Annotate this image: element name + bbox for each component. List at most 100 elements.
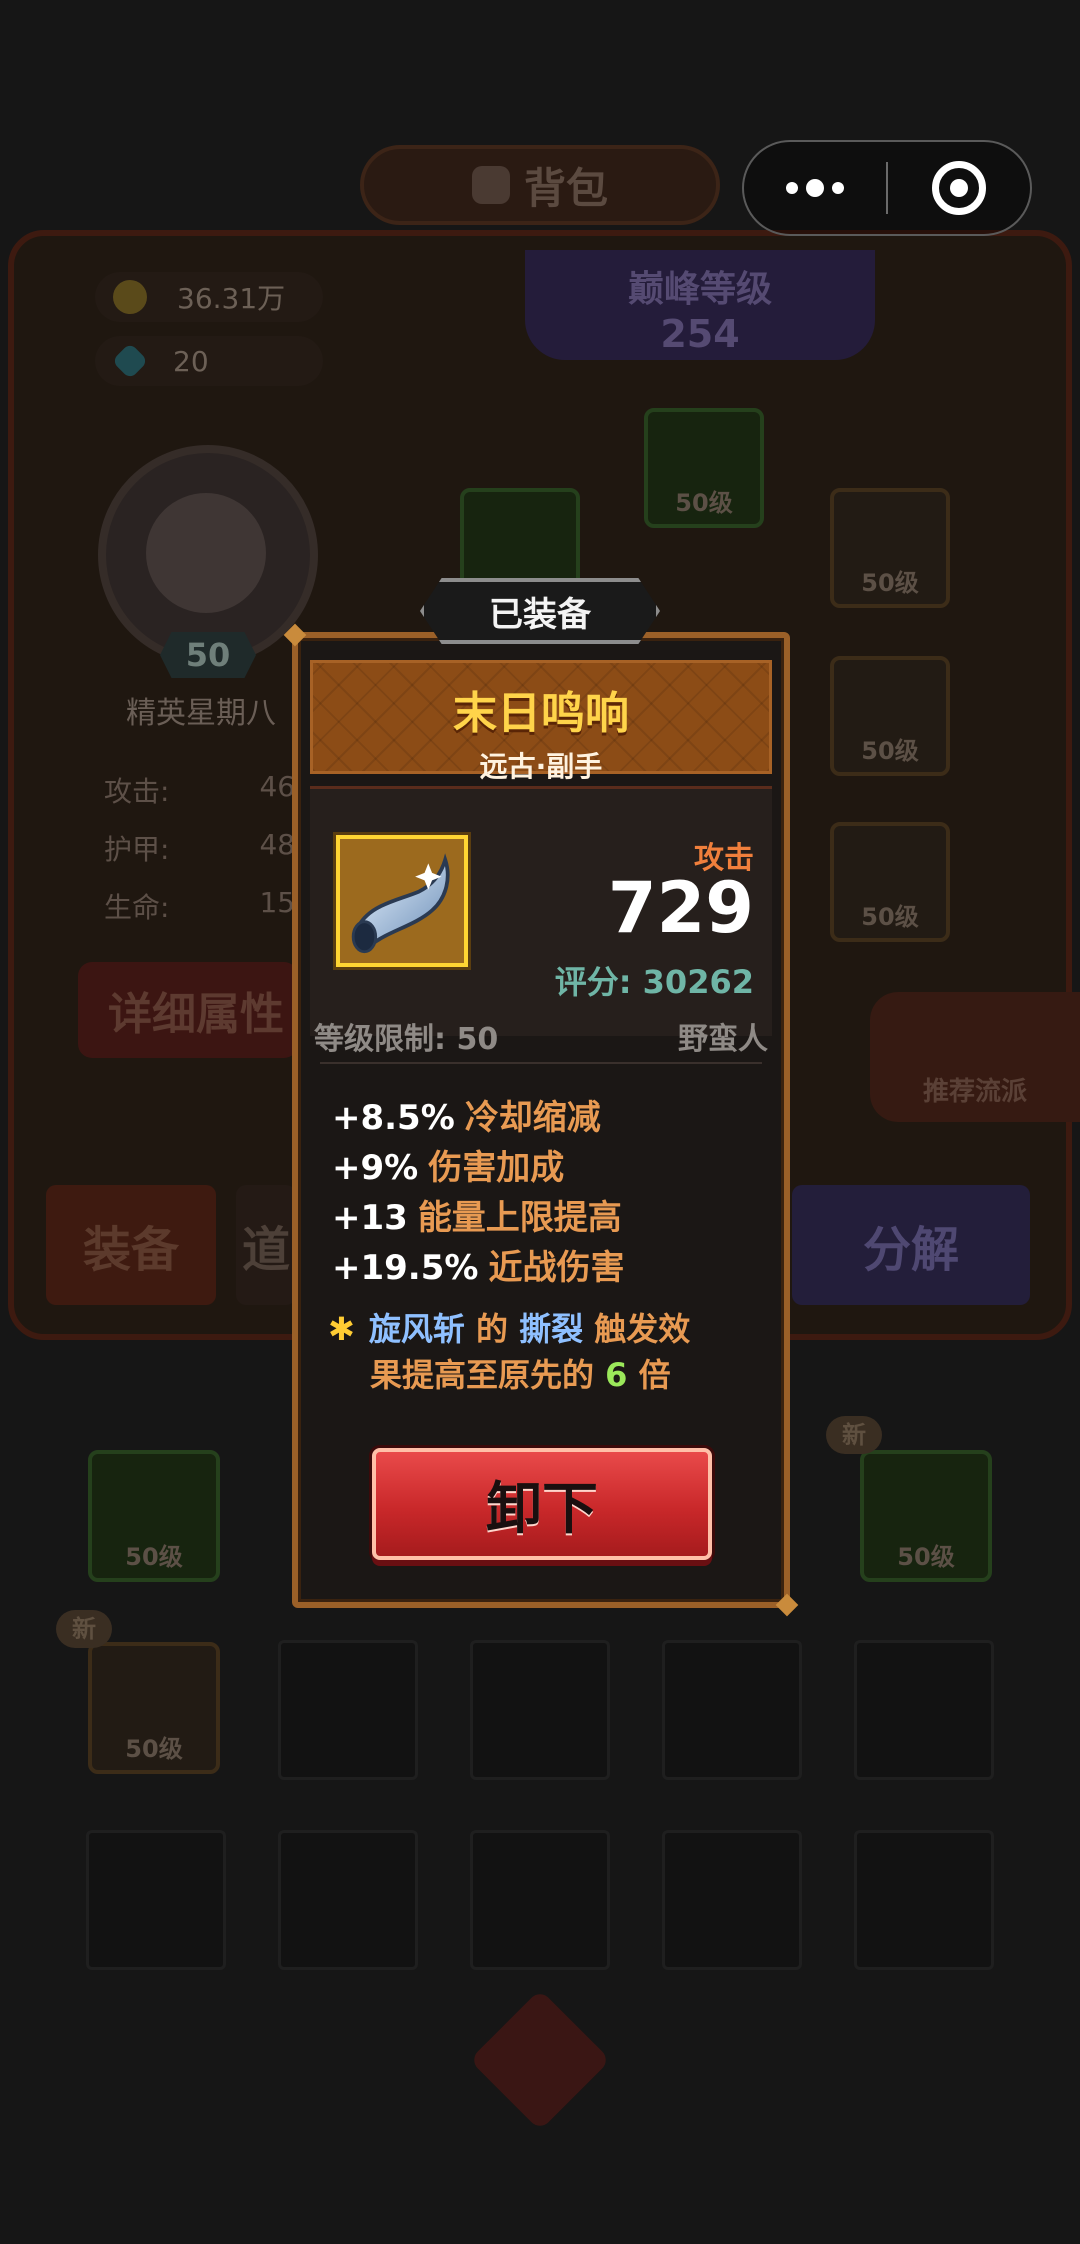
inventory-empty-slot[interactable] xyxy=(662,1830,802,1970)
inventory-empty-slot[interactable] xyxy=(278,1830,418,1970)
stat-value: +9% xyxy=(332,1148,419,1188)
slot-level: 50级 xyxy=(675,489,733,517)
item-stat: +19.5% 近战伤害 xyxy=(332,1240,624,1290)
effect-text: 的 xyxy=(475,1310,508,1348)
gem-amount: 20 xyxy=(173,344,209,378)
peak-level-label: 巅峰等级 xyxy=(627,269,772,310)
more-options-button[interactable] xyxy=(744,142,886,234)
effect-unit: 倍 xyxy=(638,1356,671,1394)
stat-label: 攻击: xyxy=(104,775,170,808)
dot-icon xyxy=(832,182,844,194)
equip-slot-helmet[interactable]: 50级 xyxy=(644,408,764,528)
gem-icon xyxy=(111,342,149,380)
item-header: 末日鸣响 远古·副手 xyxy=(310,660,772,783)
new-badge: 新 xyxy=(826,1416,882,1454)
item-name: 末日鸣响 xyxy=(453,688,629,739)
peak-level-value: 254 xyxy=(660,312,740,356)
coin-counter: 36.31万 xyxy=(95,272,323,322)
item-stat: +13 能量上限提高 xyxy=(332,1190,624,1240)
exit-miniprogram-button[interactable] xyxy=(888,161,1030,215)
divider xyxy=(320,1062,762,1064)
item-stat: +8.5% 冷却缩减 xyxy=(332,1090,624,1140)
stat-armor: 护甲: 48 xyxy=(104,828,295,868)
stat-name: 近战伤害 xyxy=(488,1248,625,1288)
item-stat: +9% 伤害加成 xyxy=(332,1140,624,1190)
target-icon xyxy=(932,161,986,215)
item-stats-list: +8.5% 冷却缩减 +9% 伤害加成 +13 能量上限提高 +19.5% 近战伤害 xyxy=(332,1090,624,1290)
player-level: 50 xyxy=(160,632,256,678)
slot-level: 50级 xyxy=(861,569,919,597)
inventory-item[interactable]: 50级 xyxy=(860,1450,992,1582)
inventory-empty-slot[interactable] xyxy=(470,1640,610,1780)
legendary-effect-line-1: ✱ 旋风斩 的 撕裂 触发效 xyxy=(328,1306,758,1352)
requirement-row: 等级限制: 50 野蛮人 xyxy=(314,1014,768,1058)
item-subtitle: 远古·副手 xyxy=(479,750,603,783)
item-info-panel: 攻击 729 评分: 30262 xyxy=(310,786,772,1036)
unequip-button-label: 卸下 xyxy=(486,1476,598,1542)
inventory-empty-slot[interactable] xyxy=(278,1640,418,1780)
miniprogram-capsule xyxy=(742,140,1032,236)
legendary-effect-line-2: 果提高至原先的 6 倍 xyxy=(328,1352,758,1398)
equip-slot-offhand[interactable]: 50级 xyxy=(830,822,950,942)
detail-attributes-button[interactable]: 详细属性 xyxy=(78,962,298,1058)
slot-level: 50级 xyxy=(897,1543,955,1571)
stat-label: 护甲: xyxy=(104,833,170,866)
tab-equipment[interactable]: 装备 xyxy=(46,1185,216,1305)
dot-icon xyxy=(806,179,824,197)
peak-level-banner: 巅峰等级 254 xyxy=(525,250,875,360)
stat-value: +13 xyxy=(332,1198,408,1238)
inventory-item[interactable]: 50级 xyxy=(88,1450,220,1582)
legendary-effect: ✱ 旋风斩 的 撕裂 触发效 果提高至原先的 6 倍 xyxy=(328,1306,758,1398)
tab-items[interactable]: 道 xyxy=(236,1185,296,1305)
stat-name: 伤害加成 xyxy=(428,1148,565,1188)
inventory-empty-slot[interactable] xyxy=(854,1830,994,1970)
backpack-icon xyxy=(471,166,510,204)
equipped-status-tab: 已装备 xyxy=(420,578,660,644)
stat-name: 冷却缩减 xyxy=(464,1098,601,1138)
inventory-empty-slot[interactable] xyxy=(470,1830,610,1970)
slot-level: 50级 xyxy=(125,1735,183,1763)
unequip-button[interactable]: 卸下 xyxy=(372,1448,712,1560)
close-x-icon[interactable] xyxy=(469,1989,611,2131)
score-text: 评分: 30262 xyxy=(554,963,754,1001)
skill-name: 旋风斩 xyxy=(368,1310,465,1348)
inventory-empty-slot[interactable] xyxy=(854,1640,994,1780)
slot-level: 50级 xyxy=(861,903,919,931)
new-badge: 新 xyxy=(56,1610,112,1648)
inventory-title-plate: 背包 xyxy=(360,145,720,225)
equipped-status-label: 已装备 xyxy=(489,594,591,635)
equip-slot-ring[interactable]: 50级 xyxy=(830,656,950,776)
coin-amount: 36.31万 xyxy=(177,282,286,315)
star-icon: ✱ xyxy=(328,1310,355,1348)
inventory-empty-slot[interactable] xyxy=(662,1640,802,1780)
player-name: 精英星期八 xyxy=(126,696,276,731)
stat-value: +19.5% xyxy=(332,1248,479,1288)
slot-level: 50级 xyxy=(861,737,919,765)
item-detail-popup: 末日鸣响 远古·副手 攻击 729 评分: 30262 等级限制: 50 野蛮人… xyxy=(292,632,790,1608)
effect-text: 果提高至原先的 xyxy=(370,1356,595,1394)
effect-multiplier: 6 xyxy=(605,1356,628,1394)
stat-name: 能量上限提高 xyxy=(417,1198,622,1238)
stat-value: 48 xyxy=(259,828,296,861)
attack-value: 729 xyxy=(607,867,754,949)
coin-icon xyxy=(113,280,147,314)
inventory-title: 背包 xyxy=(523,163,608,213)
class-requirement: 野蛮人 xyxy=(678,1022,768,1057)
recommend-build-button[interactable]: 推荐流派 xyxy=(870,992,1080,1122)
inventory-empty-slot[interactable] xyxy=(86,1830,226,1970)
tab-decompose[interactable]: 分解 xyxy=(792,1185,1030,1305)
level-requirement: 等级限制: 50 xyxy=(314,1022,499,1057)
item-icon-frame xyxy=(336,835,468,967)
equip-slot-amulet[interactable]: 50级 xyxy=(830,488,950,608)
slot-level: 50级 xyxy=(125,1543,183,1571)
stat-label: 生命: xyxy=(104,891,170,924)
game-screen: 背包 36.31万 20 巅峰等级 254 50 精英星期八 攻击: 468 护… xyxy=(0,0,1080,2244)
stat-attack: 攻击: 468 xyxy=(104,770,313,810)
dot-icon xyxy=(786,182,798,194)
effect-name: 撕裂 xyxy=(519,1310,584,1348)
gem-counter: 20 xyxy=(95,336,323,386)
inventory-item[interactable]: 50级 xyxy=(88,1642,220,1774)
effect-text: 触发效 xyxy=(594,1310,691,1348)
horn-icon xyxy=(351,853,450,954)
stat-value: +8.5% xyxy=(332,1098,455,1138)
